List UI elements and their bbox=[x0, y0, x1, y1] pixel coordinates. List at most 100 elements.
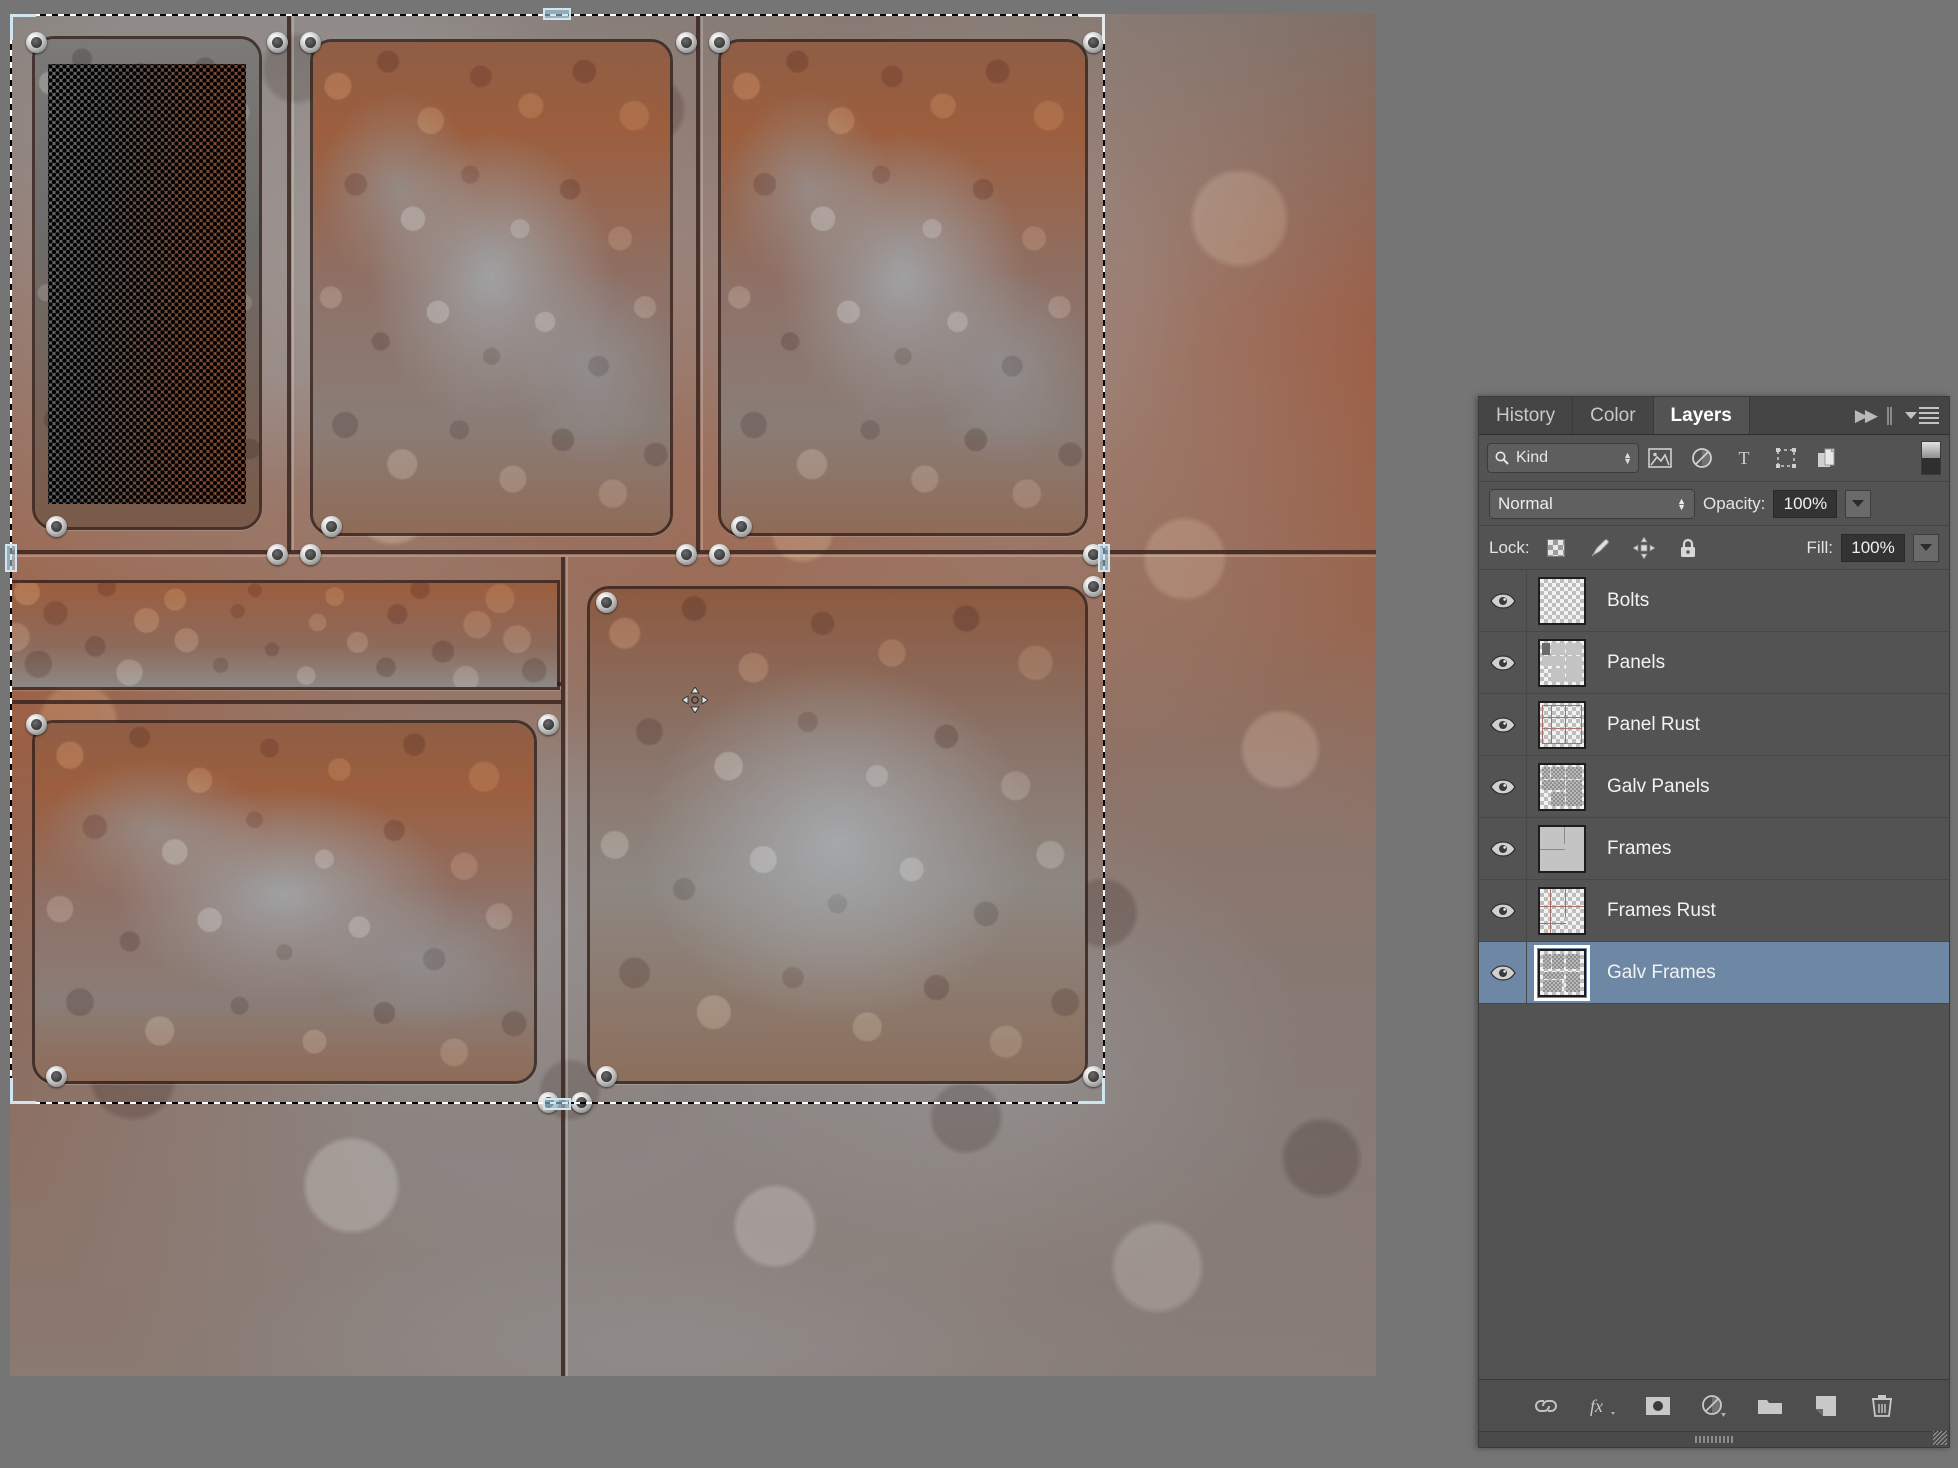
bolt bbox=[676, 544, 697, 565]
bolt bbox=[26, 32, 47, 53]
metal-panel-top-right bbox=[718, 39, 1088, 536]
layers-panel-footer[interactable]: fx bbox=[1479, 1379, 1949, 1445]
lock-transparent-pixels-icon[interactable] bbox=[1538, 533, 1574, 563]
filter-enable-toggle[interactable] bbox=[1921, 441, 1941, 475]
frame-seam-highlight-1 bbox=[292, 14, 294, 552]
layer-name[interactable]: Frames Rust bbox=[1597, 900, 1716, 922]
opacity-dropdown-button[interactable] bbox=[1845, 489, 1872, 518]
opacity-input[interactable]: 100% bbox=[1773, 489, 1838, 518]
blend-mode-row[interactable]: Normal ▲ ▼ Opacity: 100% bbox=[1479, 482, 1949, 526]
lock-image-pixels-icon[interactable] bbox=[1582, 533, 1618, 563]
bolt bbox=[267, 32, 288, 53]
blend-mode-value: Normal bbox=[1498, 493, 1553, 513]
layer-thumbnail-cell[interactable] bbox=[1527, 576, 1597, 625]
layer-row[interactable]: Galv Panels bbox=[1479, 756, 1949, 818]
type-layer-filter-icon[interactable]: T bbox=[1723, 441, 1765, 475]
panel-bottom-grip[interactable] bbox=[1479, 1431, 1949, 1447]
layer-name[interactable]: Bolts bbox=[1597, 590, 1649, 612]
layer-thumbnail-cell[interactable] bbox=[1527, 700, 1597, 749]
frame-seam-highlight-2 bbox=[701, 14, 703, 552]
bolt bbox=[300, 544, 321, 565]
layer-visibility-toggle[interactable] bbox=[1479, 756, 1527, 817]
layer-name[interactable]: Panel Rust bbox=[1597, 714, 1700, 736]
panel-menu-icon[interactable] bbox=[1905, 407, 1939, 424]
layer-thumbnail[interactable] bbox=[1538, 638, 1586, 687]
panel-grip bbox=[1887, 406, 1889, 425]
fill-label: Fill: bbox=[1806, 537, 1833, 557]
layer-visibility-toggle[interactable] bbox=[1479, 570, 1527, 631]
lock-position-icon[interactable] bbox=[1626, 533, 1662, 563]
eye-icon bbox=[1489, 654, 1516, 671]
blend-mode-select[interactable]: Normal ▲ ▼ bbox=[1489, 488, 1695, 519]
bolt bbox=[571, 1092, 592, 1113]
new-layer-icon[interactable] bbox=[1811, 1391, 1841, 1421]
bolt bbox=[1083, 1066, 1104, 1087]
photoshop-window: History Color Layers ▶▶ Kind ▲ ▼ T Norma… bbox=[0, 0, 1958, 1468]
blend-mode-spinner[interactable]: ▲ ▼ bbox=[1677, 496, 1686, 511]
layer-thumbnail[interactable] bbox=[1538, 700, 1586, 749]
layer-thumbnail-cell[interactable] bbox=[1527, 638, 1597, 687]
new-adjustment-layer-icon[interactable] bbox=[1699, 1391, 1729, 1421]
bolt bbox=[538, 1092, 559, 1113]
smart-object-filter-icon[interactable] bbox=[1807, 441, 1849, 475]
lock-row[interactable]: Lock: Fill: 100% bbox=[1479, 526, 1949, 570]
layer-visibility-toggle[interactable] bbox=[1479, 632, 1527, 693]
layer-visibility-toggle[interactable] bbox=[1479, 880, 1527, 941]
layer-list[interactable]: Bolts Panels Panel Rust Galv Panels Frames Fr… bbox=[1479, 570, 1949, 1379]
filter-kind-select[interactable]: Kind ▲ ▼ bbox=[1487, 443, 1639, 473]
layer-thumbnail-cell[interactable] bbox=[1527, 762, 1597, 811]
fill-dropdown-button[interactable] bbox=[1913, 533, 1939, 562]
filter-kind-spinner[interactable]: ▲ ▼ bbox=[1623, 451, 1632, 466]
layer-row[interactable]: Panel Rust bbox=[1479, 694, 1949, 756]
layer-visibility-toggle[interactable] bbox=[1479, 942, 1527, 1003]
search-icon bbox=[1495, 451, 1509, 465]
frame-seam-horizontal-3 bbox=[10, 700, 562, 704]
metal-panel-middle-band bbox=[10, 580, 560, 690]
tab-color[interactable]: Color bbox=[1573, 397, 1654, 434]
layer-name[interactable]: Panels bbox=[1597, 652, 1665, 674]
layer-name[interactable]: Galv Panels bbox=[1597, 776, 1709, 798]
add-layer-mask-icon[interactable] bbox=[1643, 1391, 1673, 1421]
panel-tab-bar[interactable]: History Color Layers ▶▶ bbox=[1479, 397, 1949, 435]
layer-thumbnail[interactable] bbox=[1538, 886, 1586, 935]
layer-row[interactable]: Galv Frames bbox=[1479, 942, 1949, 1004]
layer-row[interactable]: Panels bbox=[1479, 632, 1949, 694]
pixel-layer-filter-icon[interactable] bbox=[1639, 441, 1681, 475]
tab-history[interactable]: History bbox=[1479, 397, 1574, 434]
document-canvas-area[interactable] bbox=[0, 0, 1390, 1468]
layer-row[interactable]: Frames bbox=[1479, 818, 1949, 880]
tab-layers[interactable]: Layers bbox=[1653, 397, 1750, 434]
bolt bbox=[267, 544, 288, 565]
opacity-label: Opacity: bbox=[1703, 493, 1766, 513]
layer-row[interactable]: Bolts bbox=[1479, 570, 1949, 632]
layer-name[interactable]: Frames bbox=[1597, 838, 1671, 860]
layer-filter-row[interactable]: Kind ▲ ▼ T bbox=[1479, 435, 1949, 482]
eye-icon bbox=[1489, 902, 1516, 919]
layer-row[interactable]: Frames Rust bbox=[1479, 880, 1949, 942]
shape-layer-filter-icon[interactable] bbox=[1765, 441, 1807, 475]
layer-visibility-toggle[interactable] bbox=[1479, 694, 1527, 755]
lock-all-icon[interactable] bbox=[1670, 533, 1706, 563]
bolt bbox=[596, 592, 617, 613]
layer-thumbnail[interactable] bbox=[1538, 576, 1586, 625]
layer-name[interactable]: Galv Frames bbox=[1597, 962, 1716, 984]
layer-thumbnail[interactable] bbox=[1534, 944, 1590, 1001]
adjustment-layer-filter-icon[interactable] bbox=[1681, 441, 1723, 475]
panel-resize-grip[interactable] bbox=[1933, 1431, 1947, 1445]
link-layers-icon[interactable] bbox=[1531, 1391, 1561, 1421]
artboard-rusted-metal[interactable] bbox=[10, 14, 1376, 1376]
bolt bbox=[1083, 32, 1104, 53]
double-chevron-right-icon[interactable]: ▶▶ bbox=[1855, 406, 1878, 426]
layer-thumbnail-cell[interactable] bbox=[1527, 944, 1597, 1001]
fill-input[interactable]: 100% bbox=[1841, 533, 1905, 562]
layer-visibility-toggle[interactable] bbox=[1479, 818, 1527, 879]
bolt bbox=[709, 544, 730, 565]
add-layer-style-icon[interactable]: fx bbox=[1587, 1391, 1617, 1421]
layer-thumbnail[interactable] bbox=[1538, 762, 1586, 811]
new-group-icon[interactable] bbox=[1755, 1391, 1785, 1421]
layer-thumbnail-cell[interactable] bbox=[1527, 824, 1597, 873]
layers-panel[interactable]: History Color Layers ▶▶ Kind ▲ ▼ T Norma… bbox=[1478, 396, 1950, 1448]
layer-thumbnail[interactable] bbox=[1538, 824, 1586, 873]
layer-thumbnail-cell[interactable] bbox=[1527, 886, 1597, 935]
delete-layer-icon[interactable] bbox=[1867, 1391, 1897, 1421]
